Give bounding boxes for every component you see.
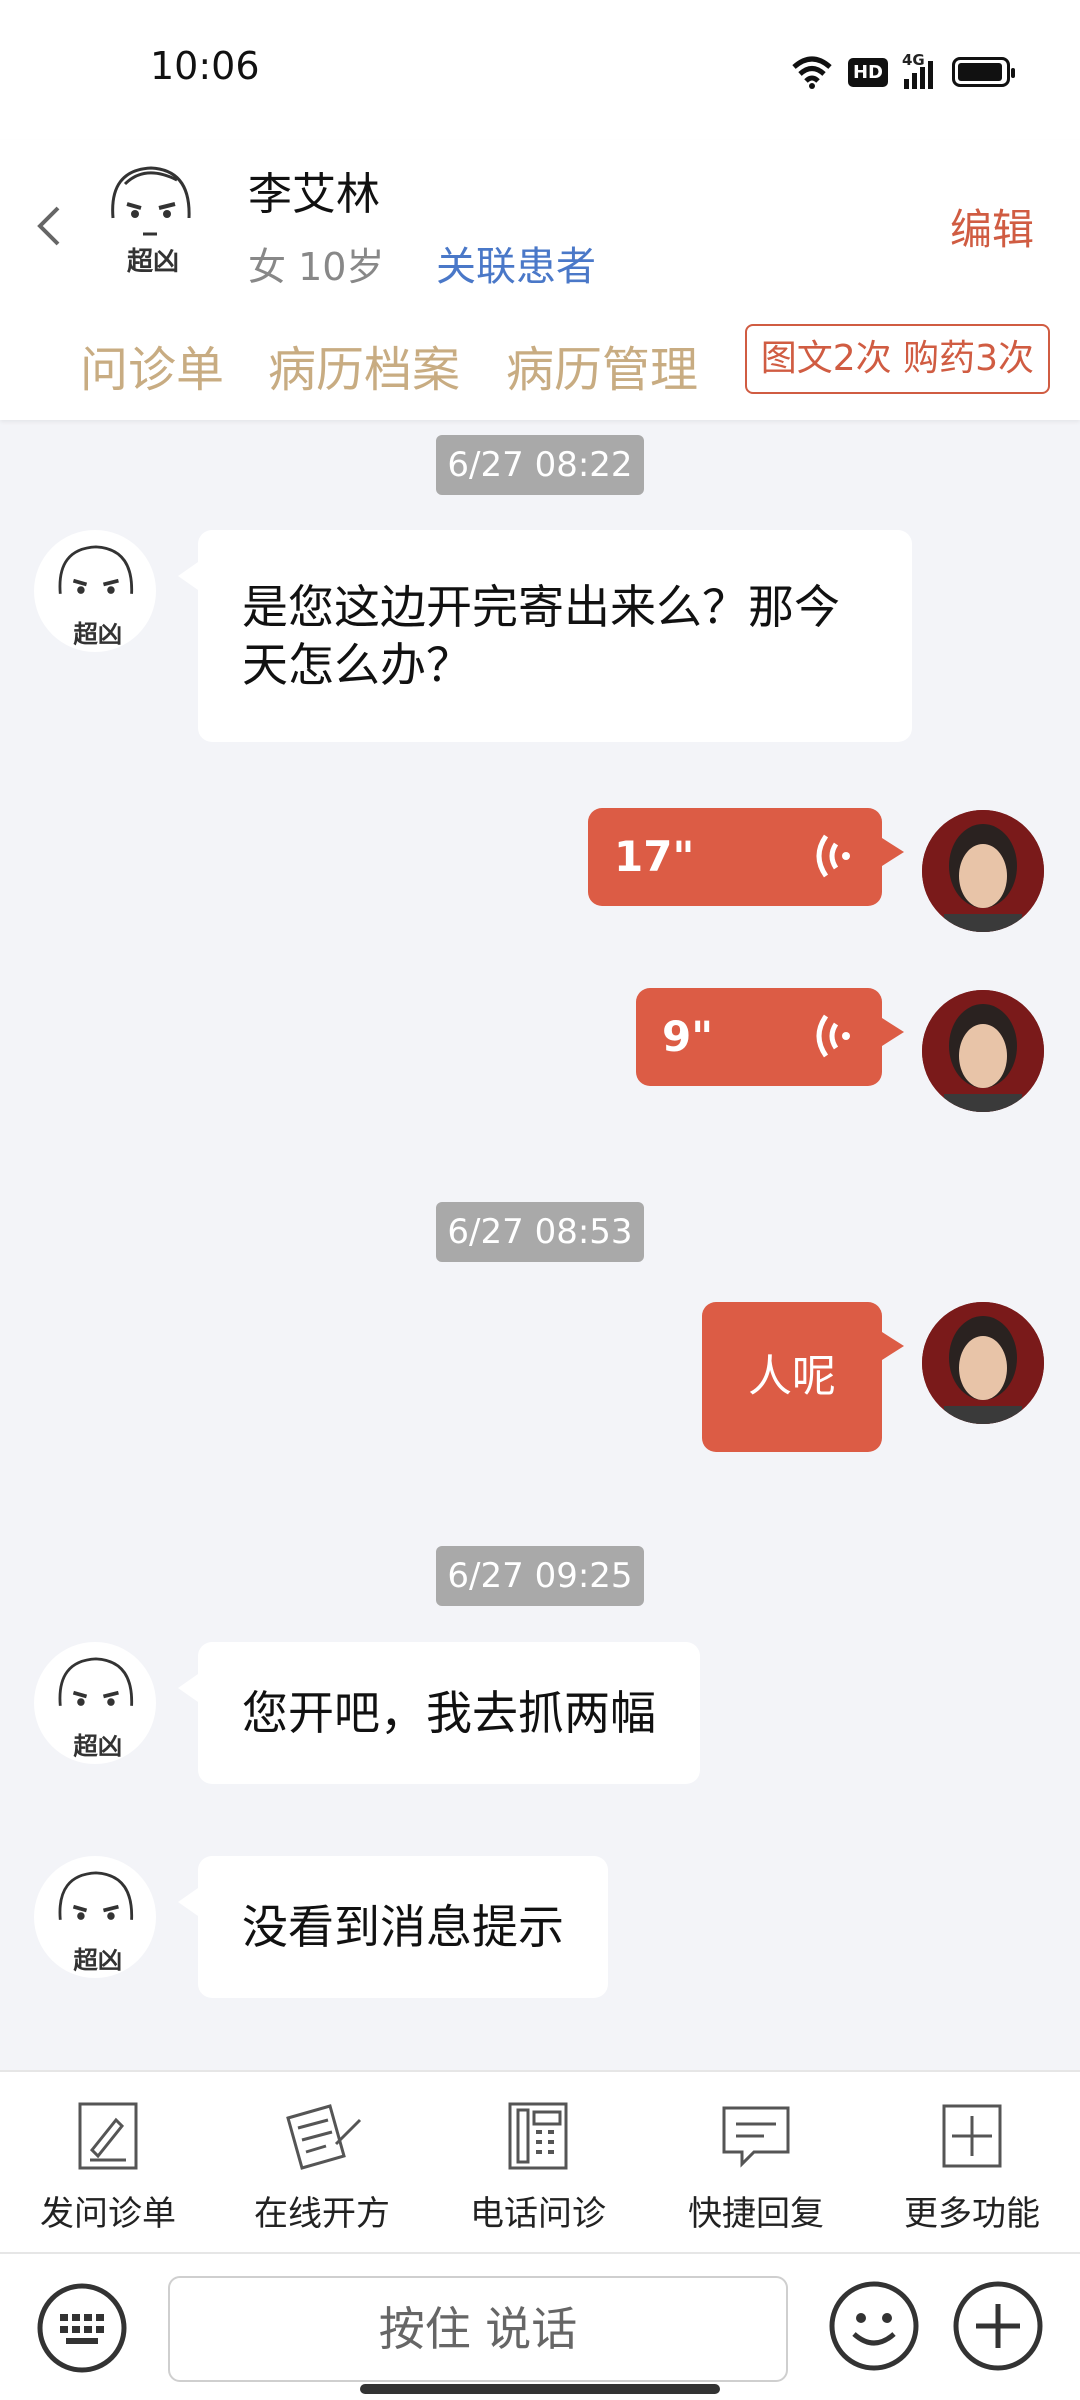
home-indicator[interactable]	[360, 2384, 720, 2394]
quick-reply-button[interactable]: 快捷回复	[656, 2100, 856, 2235]
wifi-icon	[792, 56, 832, 89]
voice-duration: 9"	[662, 1012, 714, 1061]
message-bubble[interactable]: 人呢	[702, 1302, 904, 1452]
doctor-avatar[interactable]	[922, 810, 1044, 932]
hold-to-talk-button[interactable]: 按住 说话	[168, 2276, 788, 2382]
add-icon[interactable]	[952, 2280, 1044, 2372]
more-functions-label: 更多功能	[904, 2194, 1040, 2234]
patient-name: 李艾林	[248, 169, 380, 220]
tab-medical-records[interactable]: 病历档案	[268, 330, 460, 400]
clock: 10:06	[150, 44, 260, 88]
edit-button[interactable]: 编辑	[950, 196, 1034, 257]
link-patient-button[interactable]: 关联患者	[436, 234, 596, 292]
patient-info: 女 10岁	[248, 245, 385, 289]
doctor-photo-icon	[922, 1302, 1044, 1424]
svg-text:超凶: 超凶	[73, 1946, 122, 1975]
phone-icon	[508, 2102, 568, 2170]
timestamp: 6/27 08:22	[436, 435, 644, 495]
voice-duration: 17"	[614, 832, 695, 881]
chat-area[interactable]: 6/27 08:22 超凶 是您这边开完寄出来么？那今天怎么办？ 17" 9"	[0, 420, 1080, 2070]
message-bubble[interactable]: 您开吧，我去抓两幅	[178, 1642, 700, 1784]
phone-consult-button[interactable]: 电话问诊	[438, 2100, 638, 2235]
tab-record-management[interactable]: 病历管理	[506, 330, 698, 400]
phone-consult-label: 电话问诊	[470, 2194, 606, 2234]
timestamp: 6/27 09:25	[436, 1546, 644, 1606]
back-arrow-icon[interactable]	[30, 196, 70, 256]
send-form-label: 发问诊单	[40, 2194, 176, 2234]
status-bar: 10:06 HD 4G	[0, 0, 1080, 140]
battery-icon	[952, 57, 1015, 87]
timestamp: 6/27 08:53	[436, 1202, 644, 1262]
cartoon-avatar-icon: 超凶	[58, 545, 134, 649]
doctor-avatar[interactable]	[922, 1302, 1044, 1424]
tab-consultation-form[interactable]: 问诊单	[80, 330, 224, 400]
send-form-button[interactable]: 发问诊单	[8, 2100, 208, 2235]
patient-header: 超凶 李艾林 女 10岁 关联患者 编辑 问诊单 病历档案 病历管理 图文2次 …	[0, 140, 1080, 420]
cartoon-avatar-icon: 超凶	[86, 151, 214, 279]
keyboard-icon[interactable]	[36, 2282, 128, 2374]
doctor-avatar[interactable]	[922, 990, 1044, 1112]
online-prescription-label: 在线开方	[254, 2194, 390, 2234]
input-bar: 按住 说话	[0, 2252, 1080, 2400]
prescription-icon	[286, 2104, 362, 2170]
voice-wave-icon	[816, 834, 850, 878]
form-icon	[78, 2102, 138, 2170]
more-functions-button[interactable]: 更多功能	[872, 2100, 1072, 2235]
patient-message-avatar[interactable]: 超凶	[34, 530, 156, 652]
voice-message[interactable]: 9"	[636, 988, 904, 1086]
more-icon	[942, 2104, 1002, 2168]
svg-text:超凶: 超凶	[127, 247, 179, 277]
emoji-icon[interactable]	[828, 2280, 920, 2372]
voice-wave-icon	[816, 1014, 850, 1058]
message-bubble[interactable]: 没看到消息提示	[178, 1856, 608, 1998]
doctor-photo-icon	[922, 810, 1044, 932]
signal-icon: 4G	[902, 51, 938, 89]
service-count-badge[interactable]: 图文2次 购药3次	[744, 324, 1050, 394]
patient-message-avatar[interactable]: 超凶	[34, 1642, 156, 1764]
function-bar: 发问诊单 在线开方 电话问诊 快捷回复 更多功能	[0, 2070, 1080, 2252]
quick-reply-label: 快捷回复	[688, 2194, 824, 2234]
quick-reply-icon	[722, 2106, 790, 2168]
svg-text:超凶: 超凶	[73, 620, 122, 649]
svg-text:超凶: 超凶	[73, 1732, 122, 1761]
doctor-photo-icon	[922, 990, 1044, 1112]
cartoon-avatar-icon: 超凶	[58, 1657, 134, 1761]
message-bubble[interactable]: 是您这边开完寄出来么？那今天怎么办？	[178, 530, 912, 742]
patient-message-avatar[interactable]: 超凶	[34, 1856, 156, 1978]
online-prescription-button[interactable]: 在线开方	[222, 2100, 422, 2235]
cartoon-avatar-icon: 超凶	[58, 1871, 134, 1975]
patient-avatar[interactable]: 超凶	[85, 150, 215, 280]
hd-icon: HD	[847, 57, 888, 87]
status-icons: HD 4G	[790, 51, 1015, 92]
voice-message[interactable]: 17"	[588, 808, 904, 906]
